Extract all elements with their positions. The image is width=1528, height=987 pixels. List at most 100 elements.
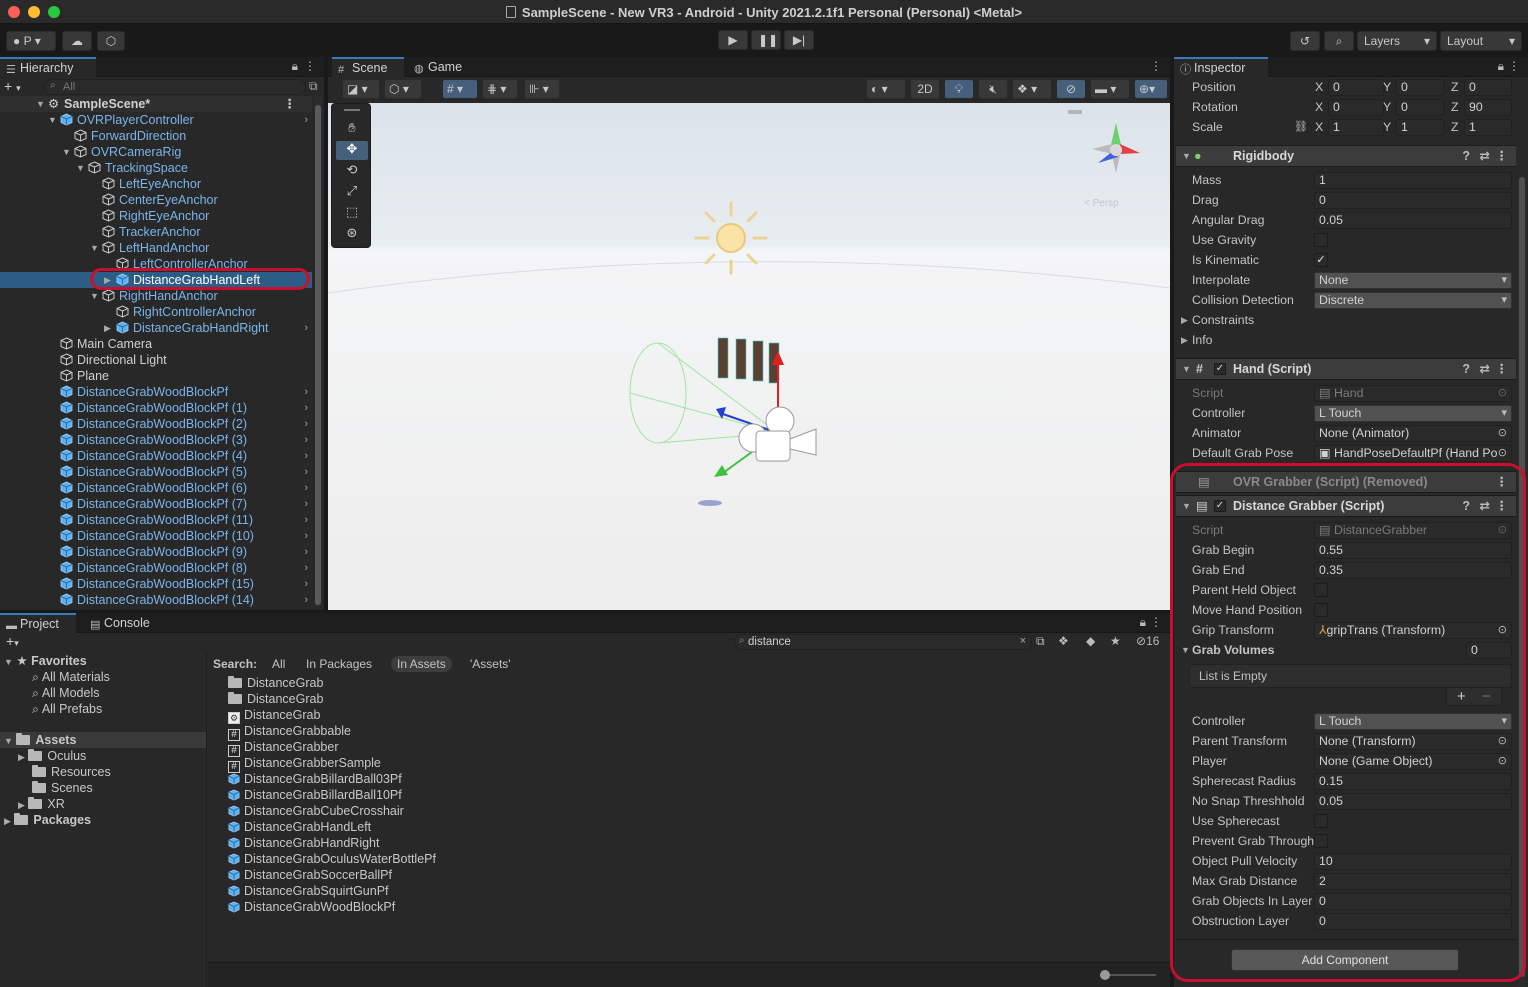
expand-arrow-icon[interactable]: ▶ <box>18 752 25 762</box>
account-dropdown[interactable]: ● P ▾ <box>6 31 56 51</box>
hierarchy-search-input[interactable]: ⌕ All <box>44 79 306 95</box>
panel-menu-icon[interactable]: ⋮ <box>304 59 316 73</box>
cloud-button[interactable]: ☁ <box>62 31 92 51</box>
hand-tool-button[interactable]: ✋︎ <box>336 120 368 139</box>
open-prefab-chevron-icon[interactable]: › <box>304 544 308 560</box>
expand-arrow-icon[interactable]: ▼ <box>4 736 13 746</box>
search-result-item[interactable]: DistanceGrabHandRight <box>228 835 380 851</box>
scope-in-packages[interactable]: In Packages <box>300 656 378 672</box>
open-prefab-chevron-icon[interactable]: › <box>304 320 308 336</box>
rotate-tool-button[interactable]: ⟲ <box>336 162 368 181</box>
hierarchy-item[interactable]: ▼ TrackingSpace <box>0 160 312 176</box>
favorites-row[interactable]: ▼ ★ Favorites <box>4 653 87 669</box>
hierarchy-item[interactable]: DistanceGrabWoodBlockPf (2) › <box>0 416 312 432</box>
open-prefab-chevron-icon[interactable]: › <box>304 592 308 608</box>
hierarchy-item[interactable]: ForwardDirection <box>0 128 312 144</box>
hierarchy-item[interactable]: TrackerAnchor <box>0 224 312 240</box>
expand-arrow-icon[interactable]: ▼ <box>48 112 57 128</box>
gizmos-dropdown[interactable]: ⊕▾ <box>1134 79 1168 99</box>
scope-in-assets[interactable]: In Assets <box>391 656 452 672</box>
object-picker-icon[interactable]: ⊙ <box>1498 426 1507 441</box>
open-prefab-chevron-icon[interactable]: › <box>304 448 308 464</box>
search-result-item[interactable]: DistanceGrabBillardBall10Pf <box>228 787 402 803</box>
hierarchy-scrollbar[interactable] <box>314 97 322 607</box>
search-by-type-icon[interactable]: ⧉ <box>1036 634 1045 649</box>
rect-tool-button[interactable]: ⬚ <box>336 204 368 223</box>
search-result-item[interactable]: DistanceGrabBillardBall03Pf <box>228 771 402 787</box>
tab-game[interactable]: ◍ Game <box>408 57 472 78</box>
search-result-item[interactable]: DistanceGrabOculusWaterBottlePf <box>228 851 436 867</box>
tab-scene[interactable]: # Scene <box>332 57 404 78</box>
effects-dropdown[interactable]: ❖ ▾ <box>1012 79 1052 99</box>
clear-search-icon[interactable]: × <box>1020 635 1026 647</box>
zoom-slider-handle[interactable] <box>1100 970 1110 980</box>
collapsed-arrow-icon[interactable]: ▶ <box>104 320 111 336</box>
toggle-2d-button[interactable]: 2D <box>910 79 940 99</box>
hierarchy-item[interactable]: DistanceGrabWoodBlockPf › <box>0 384 312 400</box>
scale-x-field[interactable]: 1 <box>1328 119 1384 136</box>
folder-row[interactable]: ▶ XR <box>18 796 65 812</box>
scene-row[interactable]: ▼ ⚙ SampleScene* ⋮ <box>0 96 312 112</box>
hierarchy-item[interactable]: DistanceGrabWoodBlockPf (10) › <box>0 528 312 544</box>
search-result-item[interactable]: DistanceGrab <box>228 675 323 691</box>
scene-menu-icon[interactable]: ⋮ <box>284 96 297 112</box>
transform-tool-button[interactable]: ⊛ <box>336 225 368 244</box>
constrain-proportions-icon[interactable]: ⛓ <box>1294 117 1308 137</box>
hierarchy-item[interactable]: RightEyeAnchor <box>0 208 312 224</box>
hierarchy-item[interactable]: DistanceGrabWoodBlockPf (1) › <box>0 400 312 416</box>
search-result-item[interactable]: ⚙ DistanceGrab <box>228 707 320 724</box>
component-menu-icon[interactable]: ⋮ <box>1496 146 1509 167</box>
draw-shaded-dropdown[interactable]: ◐ ▾ <box>866 79 906 99</box>
step-button[interactable]: ▶| <box>784 30 814 50</box>
rotation-x-field[interactable]: 0 <box>1328 99 1384 116</box>
scale-tool-button[interactable]: ⤢ <box>336 183 368 202</box>
search-result-item[interactable]: DistanceGrabCubeCrosshair <box>228 803 404 819</box>
filter-by-label-icon[interactable]: ◆ <box>1086 634 1095 648</box>
search-result-item[interactable]: DistanceGrabWoodBlockPf <box>228 899 395 915</box>
increment-snap-dropdown[interactable]: ⋕ ▾ <box>482 79 518 99</box>
drag-field[interactable]: 0 <box>1314 192 1512 209</box>
object-picker-icon[interactable]: ⊙ <box>1497 446 1507 461</box>
presets-icon[interactable]: ⇄ <box>1480 359 1490 380</box>
expand-arrow-icon[interactable]: ▶ <box>1181 330 1188 350</box>
hand-script-header[interactable]: ▼ # ✓ Hand (Script) ? ⇄ ⋮ <box>1176 358 1516 380</box>
expand-arrow-icon[interactable]: ▼ <box>4 657 13 667</box>
hidden-packages-toggle[interactable]: ⊘16 <box>1136 634 1159 648</box>
grab-pose-field[interactable]: ▣ HandPoseDefaultPf (Hand Po ⊙ <box>1314 445 1512 462</box>
lock-icon[interactable]: 🔒︎ <box>1498 59 1504 74</box>
scale-y-field[interactable]: 1 <box>1396 119 1444 136</box>
lighting-button[interactable]: 💡︎ <box>944 79 974 99</box>
collision-dropdown[interactable]: Discrete ▾ <box>1314 292 1512 309</box>
favorite-item[interactable]: ⌕ All Materials <box>32 669 110 685</box>
search-result-item[interactable]: # DistanceGrabber <box>228 739 339 757</box>
collab-button[interactable]: ⬡ <box>97 31 125 51</box>
search-result-item[interactable]: DistanceGrabSoccerBallPf <box>228 867 392 883</box>
render-dropdown[interactable]: ⬡ ▾ <box>384 79 422 99</box>
draw-mode-dropdown[interactable]: ◪ ▾ <box>342 79 380 99</box>
tab-inspector[interactable]: ⓘ Inspector <box>1174 57 1268 78</box>
hierarchy-item[interactable]: CenterEyeAnchor <box>0 192 312 208</box>
expand-arrow-icon[interactable]: ▼ <box>1182 146 1191 167</box>
open-prefab-chevron-icon[interactable]: › <box>304 560 308 576</box>
hierarchy-item[interactable]: DistanceGrabWoodBlockPf (9) › <box>0 544 312 560</box>
enabled-checkbox[interactable]: ✓ <box>1214 363 1226 375</box>
hierarchy-item[interactable]: DistanceGrabWoodBlockPf (14) › <box>0 592 312 608</box>
expand-arrow-icon[interactable]: ▶ <box>18 800 25 810</box>
expand-arrow-icon[interactable]: ▶ <box>1181 310 1188 330</box>
open-prefab-chevron-icon[interactable]: › <box>304 528 308 544</box>
constraints-row[interactable]: ▶ Constraints <box>1176 310 1516 330</box>
search-mode-icon[interactable]: ⧉ <box>309 79 318 94</box>
animator-field[interactable]: None (Animator) ⊙ <box>1314 425 1512 442</box>
open-prefab-chevron-icon[interactable]: › <box>304 480 308 496</box>
play-button[interactable]: ▶ <box>718 30 748 50</box>
hierarchy-item[interactable]: LeftEyeAnchor <box>0 176 312 192</box>
panel-menu-icon[interactable]: ⋮ <box>1508 59 1520 73</box>
scrollbar-thumb[interactable] <box>315 105 321 605</box>
scale-z-field[interactable]: 1 <box>1464 119 1512 136</box>
hierarchy-item[interactable]: Directional Light <box>0 352 312 368</box>
expand-arrow-icon[interactable]: ▼ <box>1182 359 1191 380</box>
open-prefab-chevron-icon[interactable]: › <box>304 512 308 528</box>
interpolate-dropdown[interactable]: None ▾ <box>1314 272 1512 289</box>
search-result-item[interactable]: # DistanceGrabbable <box>228 723 351 741</box>
open-prefab-chevron-icon[interactable]: › <box>304 432 308 448</box>
